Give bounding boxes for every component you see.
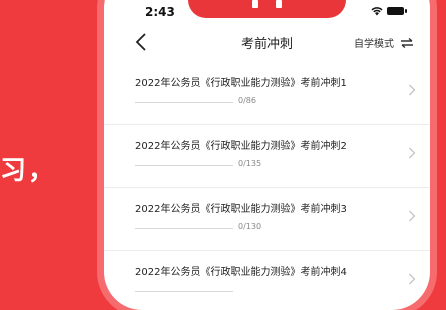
phone-frame: 2:43 考前冲刺 自学模式 2022年公务员《行政职业能力测验》考前冲刺1 0… — [104, 0, 430, 310]
battery-icon — [387, 7, 407, 15]
chevron-right-icon — [409, 273, 416, 285]
progress-bar — [135, 102, 233, 103]
item-count: 0/86 — [238, 96, 256, 105]
list-item[interactable]: 2022年公务员《行政职业能力测验》考前冲刺3 0/130 — [104, 187, 430, 250]
wifi-icon — [371, 7, 383, 16]
chevron-right-icon — [409, 84, 416, 96]
mode-label: 自学模式 — [354, 39, 394, 50]
progress-bar — [135, 228, 233, 229]
exam-list: 2022年公务员《行政职业能力测验》考前冲刺1 0/86 2022年公务员《行政… — [104, 62, 430, 310]
progress-bar — [135, 165, 233, 166]
list-item[interactable]: 2022年公务员《行政职业能力测验》考前冲刺2 0/135 — [104, 124, 430, 187]
chevron-right-icon — [409, 210, 416, 222]
nav-bar: 考前冲刺 自学模式 — [104, 30, 430, 64]
list-item[interactable]: 2022年公务员《行政职业能力测验》考前冲刺4 — [104, 250, 430, 310]
item-title: 2022年公务员《行政职业能力测验》考前冲刺3 — [135, 204, 347, 215]
progress-bar — [135, 291, 233, 292]
mode-toggle[interactable]: 自学模式 — [354, 35, 414, 50]
status-time: 2:43 — [145, 5, 175, 19]
background-text: 习， — [0, 156, 57, 186]
item-count: 0/135 — [238, 159, 262, 168]
chevron-right-icon — [409, 147, 416, 159]
notch-mark — [226, 0, 308, 8]
item-count: 0/130 — [238, 222, 262, 231]
swap-icon — [401, 37, 413, 48]
list-item[interactable]: 2022年公务员《行政职业能力测验》考前冲刺1 0/86 — [104, 62, 430, 124]
status-icons — [371, 6, 407, 16]
item-title: 2022年公务员《行政职业能力测验》考前冲刺4 — [135, 267, 347, 278]
item-title: 2022年公务员《行政职业能力测验》考前冲刺2 — [135, 141, 347, 152]
item-title: 2022年公务员《行政职业能力测验》考前冲刺1 — [135, 78, 347, 89]
